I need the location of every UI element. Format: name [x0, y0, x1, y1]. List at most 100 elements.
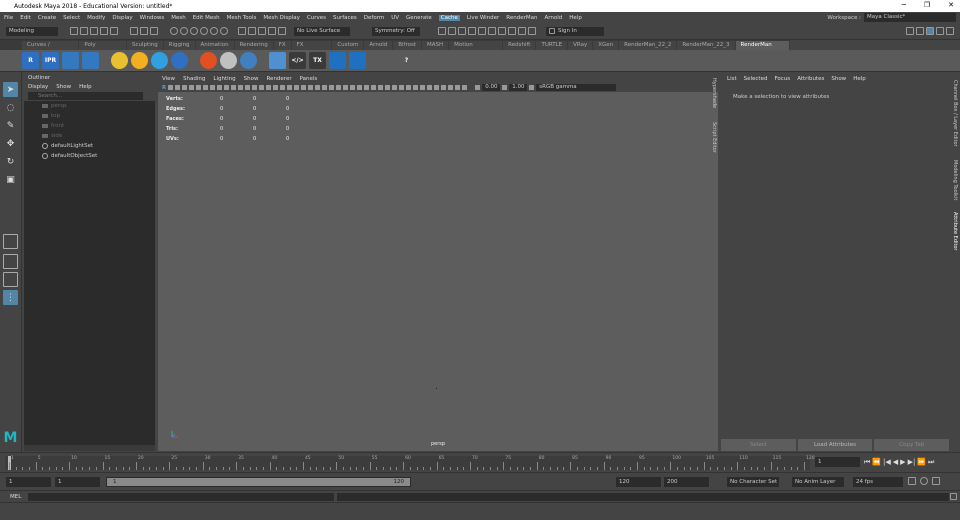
persp-outliner-layout-icon[interactable] — [3, 272, 18, 287]
outliner-scrollbar[interactable] — [24, 445, 155, 451]
outliner-item[interactable]: side — [24, 131, 155, 141]
shelf-tab-poly-modeling[interactable]: Poly Modeling — [79, 41, 127, 57]
vp-tool-23-icon[interactable] — [322, 85, 328, 90]
vp-tool-8-icon[interactable] — [217, 85, 223, 90]
status-toggle-4-icon[interactable] — [468, 27, 476, 35]
material-blue-icon[interactable] — [240, 52, 257, 69]
render-frame-icon[interactable] — [248, 27, 256, 35]
current-frame-field[interactable]: 1 — [815, 457, 860, 467]
vp-tool-27-icon[interactable] — [350, 85, 356, 90]
help-icon[interactable]: ? — [398, 52, 415, 69]
viewport-menu-shading[interactable]: Shading — [183, 76, 205, 82]
snap-curve-icon[interactable] — [180, 27, 188, 35]
vp-tool-29-icon[interactable] — [364, 85, 370, 90]
vp-tool-35-icon[interactable] — [406, 85, 412, 90]
vp-tool-21-icon[interactable] — [308, 85, 314, 90]
status-toggle-8-icon[interactable] — [508, 27, 516, 35]
light-sun-icon[interactable] — [111, 52, 128, 69]
clapper-icon[interactable] — [82, 52, 99, 69]
new-scene-icon[interactable] — [70, 27, 78, 35]
attribute-editor-toggle-icon[interactable] — [926, 27, 934, 35]
select-button[interactable]: Select — [721, 439, 796, 451]
vp-tool-32-icon[interactable] — [385, 85, 391, 90]
shelf-tab-redshift[interactable]: Redshift — [503, 41, 536, 50]
scale-tool-icon[interactable]: ▣ — [3, 172, 18, 187]
vp-tool-11-icon[interactable] — [238, 85, 244, 90]
undo-icon[interactable] — [100, 27, 108, 35]
menu-renderman[interactable]: RenderMan — [506, 15, 537, 21]
color-management-icon[interactable] — [529, 85, 535, 90]
snap-surface-icon[interactable] — [210, 27, 218, 35]
loop-icon[interactable] — [908, 477, 916, 485]
light-dome-icon[interactable] — [151, 52, 168, 69]
menu-edit-mesh[interactable]: Edit Mesh — [193, 15, 220, 21]
lasso-tool-icon[interactable]: ◌ — [3, 100, 18, 115]
shelf-tab-motion-graphics[interactable]: Motion Graphics — [449, 41, 503, 57]
menu-help[interactable]: Help — [569, 15, 582, 21]
move-tool-icon[interactable]: ✥ — [3, 136, 18, 151]
settings-icon[interactable] — [378, 52, 395, 69]
start-time-field[interactable]: 1 — [6, 477, 51, 487]
attr-menu-help[interactable]: Help — [853, 76, 866, 82]
vp-tool-3-icon[interactable] — [182, 85, 188, 90]
vp-tool-39-icon[interactable] — [434, 85, 440, 90]
copy-tab-button[interactable]: Copy Tab — [874, 439, 950, 451]
vp-tool-41-icon[interactable] — [448, 85, 454, 90]
attr-menu-focus[interactable]: Focus — [774, 76, 790, 82]
menu-select[interactable]: Select — [63, 15, 80, 21]
shelf-tab-mash[interactable]: MASH — [422, 41, 449, 50]
vp-tool-36-icon[interactable] — [413, 85, 419, 90]
status-toggle-2-icon[interactable] — [448, 27, 456, 35]
load-attributes-button[interactable]: Load Attributes — [797, 439, 873, 451]
sign-in-button[interactable]: Sign In — [546, 26, 604, 36]
script-editor-icon[interactable] — [950, 493, 957, 500]
anim-start-field[interactable]: 1 — [55, 477, 100, 487]
go-to-start-icon[interactable]: ⏮ — [864, 458, 870, 467]
go-to-end-icon[interactable]: ⏭ — [928, 458, 934, 467]
viewport-menu-show[interactable]: Show — [244, 76, 259, 82]
redo-icon[interactable] — [110, 27, 118, 35]
menu-file[interactable]: File — [4, 15, 13, 21]
vp-tool-19-icon[interactable] — [294, 85, 300, 90]
open-scene-icon[interactable] — [80, 27, 88, 35]
menu-mesh-display[interactable]: Mesh Display — [263, 15, 300, 21]
anim-end-field[interactable]: 120 — [616, 477, 661, 487]
vp-tool-16-icon[interactable] — [273, 85, 279, 90]
status-toggle-5-icon[interactable] — [478, 27, 486, 35]
fps-dropdown[interactable]: 24 fps — [853, 477, 903, 487]
vp-tool-5-icon[interactable] — [196, 85, 202, 90]
menu-create[interactable]: Create — [38, 15, 56, 21]
side-tab-attribute-editor[interactable]: Attribute Editor — [952, 212, 958, 250]
moon-icon[interactable] — [329, 52, 346, 69]
cube-icon[interactable] — [269, 52, 286, 69]
maximize-button[interactable]: ❐ — [924, 1, 930, 9]
anim-layer-dropdown[interactable]: No Anim Layer — [792, 477, 844, 487]
viewport-menu-view[interactable]: View — [162, 76, 175, 82]
vp-tool-30-icon[interactable] — [371, 85, 377, 90]
history-icon[interactable] — [238, 27, 246, 35]
shelf-tab-sculpting[interactable]: Sculpting — [127, 41, 163, 50]
user-badge-icon[interactable] — [916, 27, 924, 35]
menu-surfaces[interactable]: Surfaces — [333, 15, 357, 21]
shelf-tab-curves-surfaces[interactable]: Curves / Surfaces — [22, 41, 79, 57]
vp-tool-14-icon[interactable] — [259, 85, 265, 90]
select-hierarchy-icon[interactable] — [130, 27, 138, 35]
attr-menu-show[interactable]: Show — [831, 76, 846, 82]
step-forward-frame-icon[interactable]: ▶| — [908, 458, 916, 467]
attr-menu-attributes[interactable]: Attributes — [797, 76, 824, 82]
vp-tool-7-icon[interactable] — [210, 85, 216, 90]
ipr-icon[interactable] — [258, 27, 266, 35]
vp-tool-13-icon[interactable] — [252, 85, 258, 90]
hypershade-icon[interactable] — [278, 27, 286, 35]
step-back-key-icon[interactable]: ⏪ — [872, 458, 881, 467]
modeling-toolkit-icon[interactable] — [906, 27, 914, 35]
outliner-menu-show[interactable]: Show — [56, 84, 71, 90]
symmetry-dropdown[interactable]: Symmetry: Off — [372, 26, 420, 36]
range-handle[interactable]: 1 120 — [107, 478, 410, 486]
menu-uv[interactable]: UV — [391, 15, 399, 21]
vp-tool-9-icon[interactable] — [224, 85, 230, 90]
status-toggle-10-icon[interactable] — [528, 27, 536, 35]
outliner-menu-help[interactable]: Help — [79, 84, 92, 90]
viewport-menu-panels[interactable]: Panels — [300, 76, 318, 82]
material-white-icon[interactable] — [220, 52, 237, 69]
